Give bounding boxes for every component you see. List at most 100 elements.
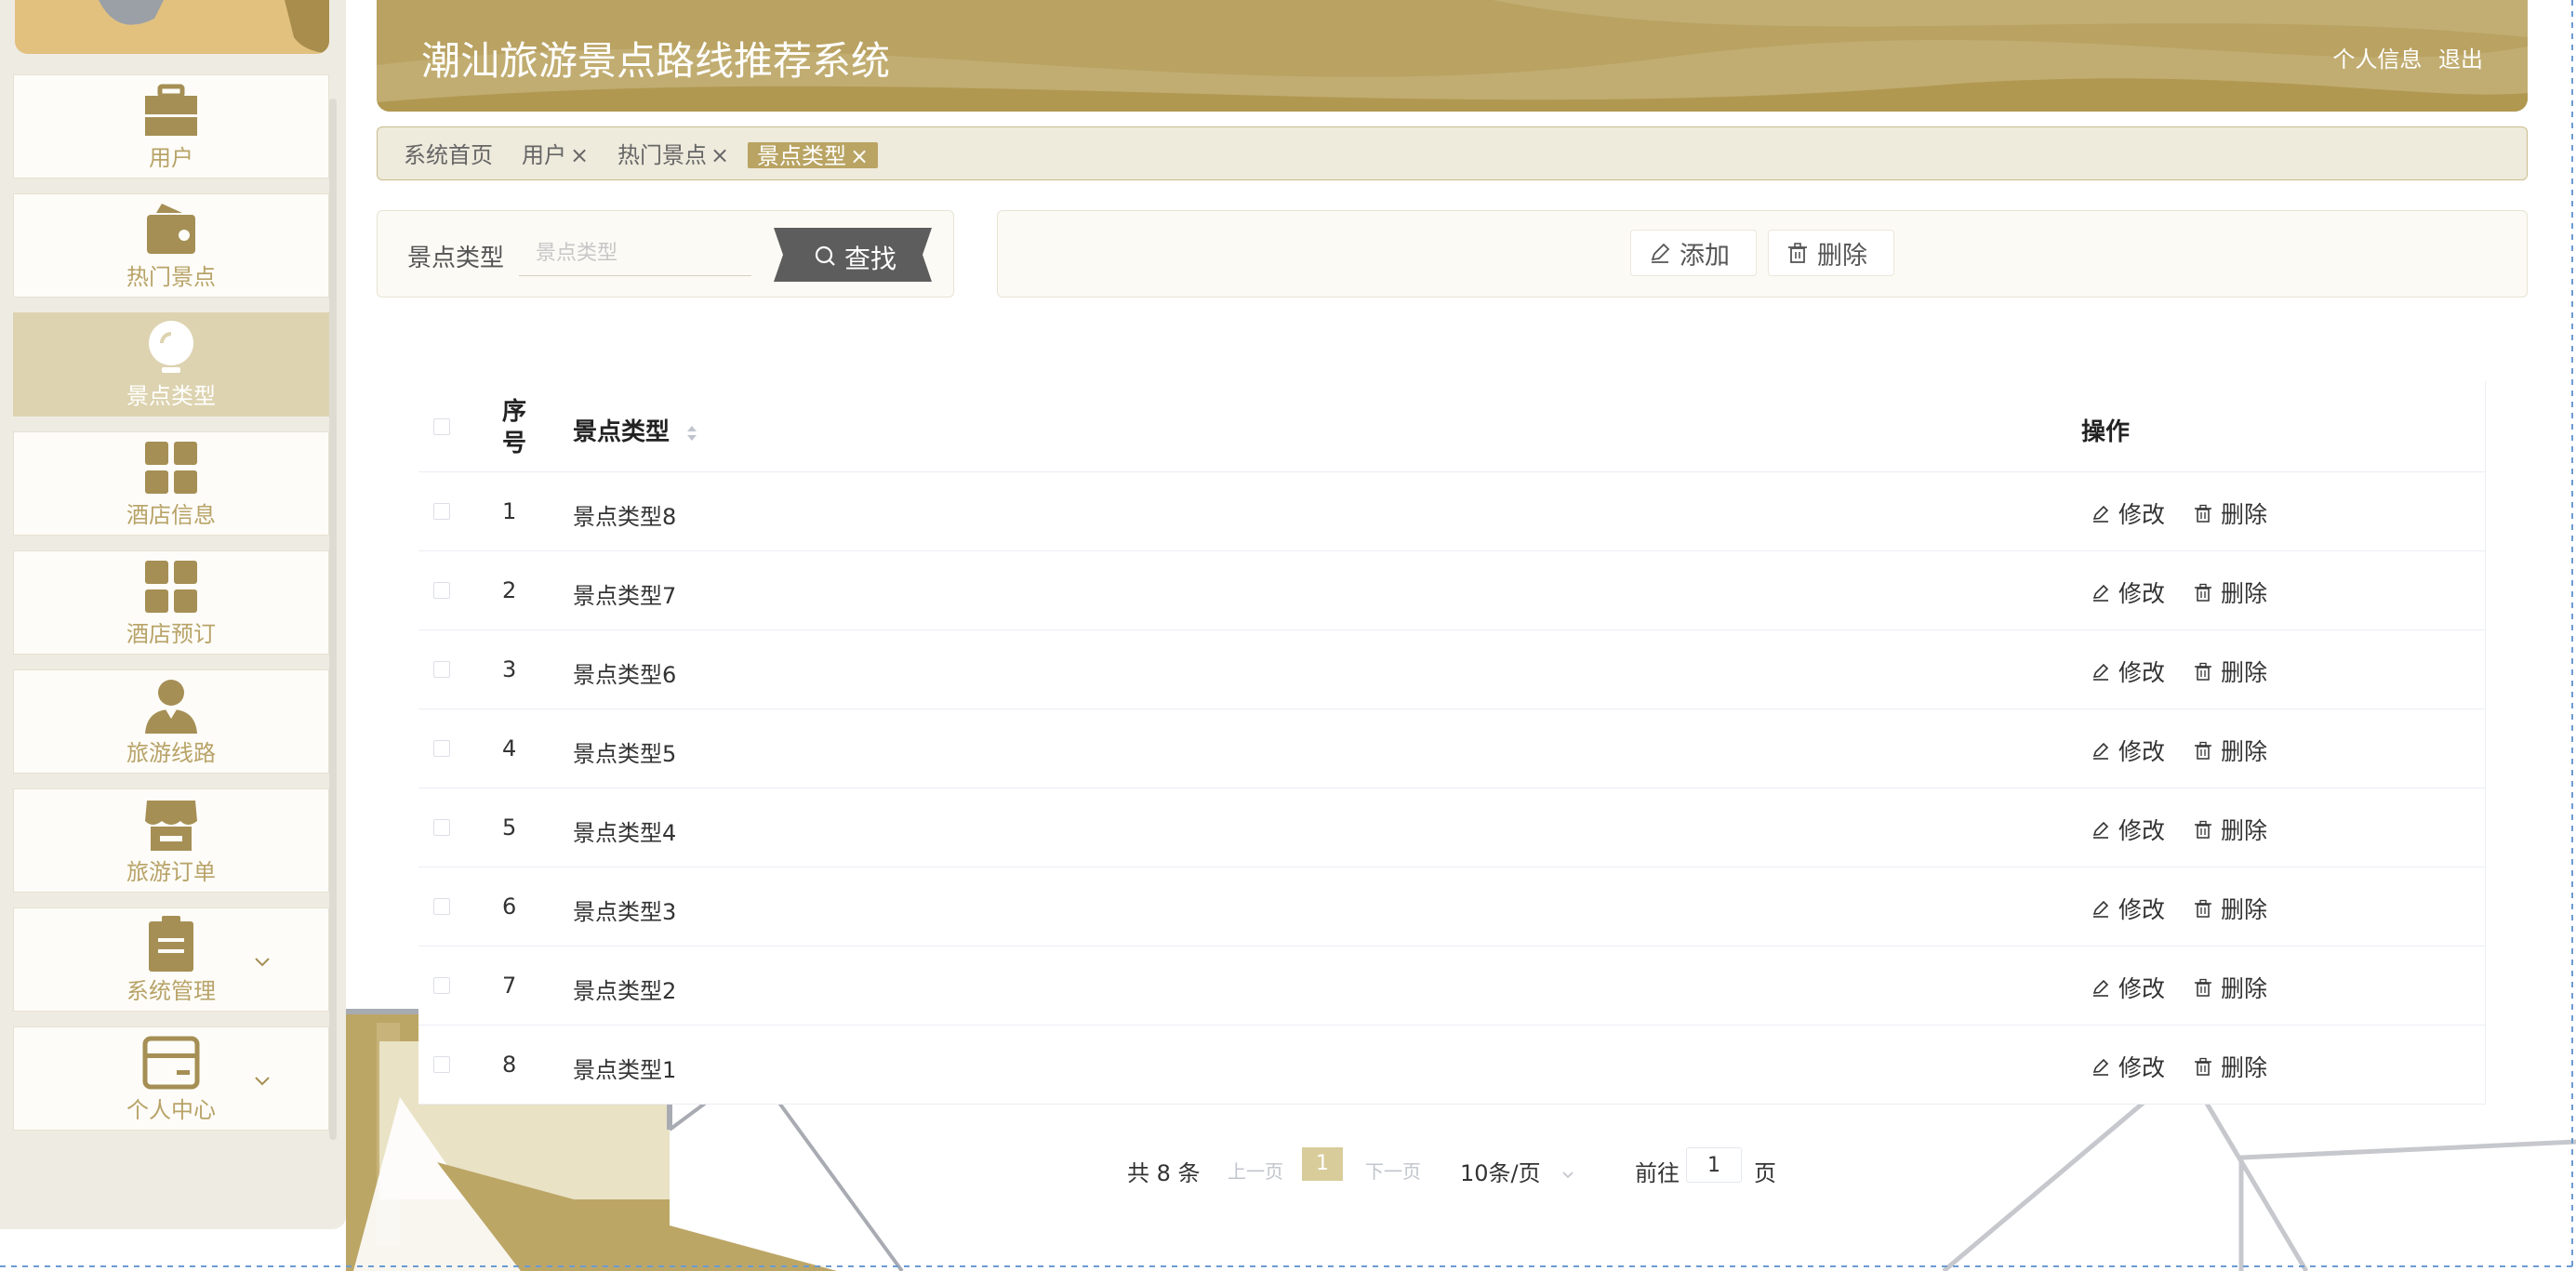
close-icon[interactable]: × — [850, 143, 869, 169]
lightbulb-icon — [149, 321, 193, 373]
row-spot-type: 景点类型8 — [573, 504, 677, 530]
sidebar-item-label: 个人中心 — [126, 1097, 216, 1123]
edit-button-label: 修改 — [2118, 817, 2166, 844]
app-title: 潮汕旅游景点路线推荐系统 — [421, 38, 891, 84]
edit-icon — [2092, 1058, 2109, 1076]
page-size-select[interactable]: 10条/页 — [1460, 1155, 1575, 1187]
close-icon[interactable]: × — [570, 142, 589, 168]
logo — [15, 0, 329, 54]
table-row: 6 景点类型3 修改 删除 — [418, 867, 2485, 947]
sidebar-item-spot-types[interactable]: 景点类型 — [13, 312, 329, 417]
sidebar-item-personal-center[interactable]: 个人中心 — [13, 1026, 329, 1131]
row-index: 8 — [502, 1052, 517, 1078]
row-spot-type: 景点类型1 — [573, 1057, 677, 1083]
search-button[interactable]: 查找 — [774, 228, 932, 282]
row-delete-button[interactable]: 删除 — [2193, 813, 2267, 846]
delete-button[interactable]: 删除 — [1768, 230, 1894, 276]
trash-icon — [2195, 899, 2211, 918]
edit-button[interactable]: 修改 — [2091, 892, 2165, 925]
trash-icon — [2195, 741, 2211, 760]
tab-spot-types[interactable]: 景点类型 × — [748, 142, 879, 169]
edit-button[interactable]: 修改 — [2091, 576, 2165, 609]
row-delete-button[interactable]: 删除 — [2193, 496, 2267, 530]
tab-hot-spots[interactable]: 热门景点 × — [617, 140, 729, 170]
sidebar-item-label: 热门景点 — [126, 264, 216, 290]
sidebar-item-system-management[interactable]: 系统管理 — [13, 907, 329, 1012]
row-checkbox[interactable] — [433, 582, 450, 599]
edit-icon — [2092, 584, 2109, 602]
row-delete-button[interactable]: 删除 — [2193, 576, 2267, 609]
sidebar-item-travel-routes[interactable]: 旅游线路 — [13, 669, 329, 774]
column-header-type-label: 景点类型 — [573, 418, 671, 446]
close-icon[interactable]: × — [710, 142, 729, 168]
tab-users[interactable]: 用户 × — [522, 140, 589, 170]
header-links: 个人信息 退出 — [2323, 41, 2483, 73]
sidebar-item-label: 旅游订单 — [126, 859, 216, 885]
logo-icon — [15, 0, 329, 54]
edit-button[interactable]: 修改 — [2091, 734, 2165, 767]
row-checkbox[interactable] — [433, 661, 450, 678]
edit-button[interactable]: 修改 — [2091, 813, 2165, 846]
search-input[interactable] — [519, 232, 751, 276]
edit-icon — [2092, 742, 2109, 760]
trash-icon — [1788, 243, 1807, 263]
sidebar-item-hot-spots[interactable]: 热门景点 — [13, 193, 329, 298]
delete-button-label: 删除 — [1817, 241, 1867, 271]
chevron-down-icon[interactable] — [252, 1070, 272, 1091]
sidebar-item-users[interactable]: 用户 — [13, 74, 329, 179]
tab-home[interactable]: 系统首页 — [404, 140, 493, 170]
row-delete-button-label: 删除 — [2221, 975, 2268, 1002]
row-delete-button[interactable]: 删除 — [2193, 892, 2267, 925]
edit-button-label: 修改 — [2118, 896, 2166, 923]
profile-link[interactable]: 个人信息 — [2332, 46, 2422, 73]
sidebar-item-label: 用户 — [149, 145, 193, 171]
edit-button-label: 修改 — [2118, 975, 2166, 1002]
row-delete-button[interactable]: 删除 — [2193, 971, 2267, 1004]
sort-icon[interactable] — [685, 423, 698, 444]
row-delete-button-label: 删除 — [2221, 738, 2268, 765]
sidebar-item-label: 旅游线路 — [126, 740, 216, 766]
row-checkbox[interactable] — [433, 977, 450, 994]
sidebar-item-hotel-info[interactable]: 酒店信息 — [13, 431, 329, 536]
row-delete-button[interactable]: 删除 — [2193, 734, 2267, 767]
row-delete-button[interactable]: 删除 — [2193, 1050, 2267, 1083]
sidebar-scrollbar[interactable] — [329, 99, 337, 1140]
sidebar: 用户 热门景点 景点类型 酒店信息 酒店预订 旅游线路 旅游订单 系统管理 个人… — [0, 0, 346, 1229]
row-spot-type: 景点类型7 — [573, 583, 677, 609]
edit-button[interactable]: 修改 — [2091, 1050, 2165, 1083]
add-button[interactable]: 添加 — [1630, 230, 1757, 276]
edit-icon — [2092, 821, 2109, 839]
column-header-ops: 操作 — [2081, 418, 2131, 446]
row-checkbox[interactable] — [433, 740, 450, 757]
row-checkbox[interactable] — [433, 898, 450, 915]
row-delete-button[interactable]: 删除 — [2193, 655, 2267, 688]
row-index: 2 — [502, 577, 517, 603]
edit-button[interactable]: 修改 — [2091, 971, 2165, 1004]
logout-link[interactable]: 退出 — [2438, 46, 2483, 73]
next-page-button[interactable]: 下一页 — [1365, 1157, 1421, 1184]
prev-page-button[interactable]: 上一页 — [1228, 1157, 1283, 1184]
table-row: 3 景点类型6 修改 删除 — [418, 630, 2485, 709]
edit-button[interactable]: 修改 — [2091, 496, 2165, 530]
edit-button[interactable]: 修改 — [2091, 655, 2165, 688]
row-checkbox[interactable] — [433, 503, 450, 520]
edit-button-label: 修改 — [2118, 659, 2166, 686]
sidebar-item-label: 系统管理 — [126, 978, 216, 1004]
sidebar-item-hotel-booking[interactable]: 酒店预订 — [13, 550, 329, 655]
row-checkbox[interactable] — [433, 1056, 450, 1073]
goto-page-input[interactable] — [1686, 1147, 1742, 1183]
row-spot-type: 景点类型4 — [573, 820, 677, 846]
edit-icon — [2092, 900, 2109, 918]
page-number-current[interactable]: 1 — [1302, 1147, 1343, 1181]
row-checkbox[interactable] — [433, 819, 450, 836]
table-row: 2 景点类型7 修改 删除 — [418, 551, 2485, 630]
column-header-type[interactable]: 景点类型 — [573, 413, 698, 447]
table-header-row: 序号 景点类型 操作 — [418, 381, 2485, 472]
row-delete-button-label: 删除 — [2221, 817, 2268, 844]
briefcase-icon — [145, 84, 197, 136]
chevron-down-icon[interactable] — [252, 951, 272, 972]
row-spot-type: 景点类型2 — [573, 978, 677, 1004]
select-all-checkbox[interactable] — [433, 418, 450, 435]
sidebar-item-label: 景点类型 — [126, 383, 216, 409]
sidebar-item-travel-orders[interactable]: 旅游订单 — [13, 788, 329, 893]
